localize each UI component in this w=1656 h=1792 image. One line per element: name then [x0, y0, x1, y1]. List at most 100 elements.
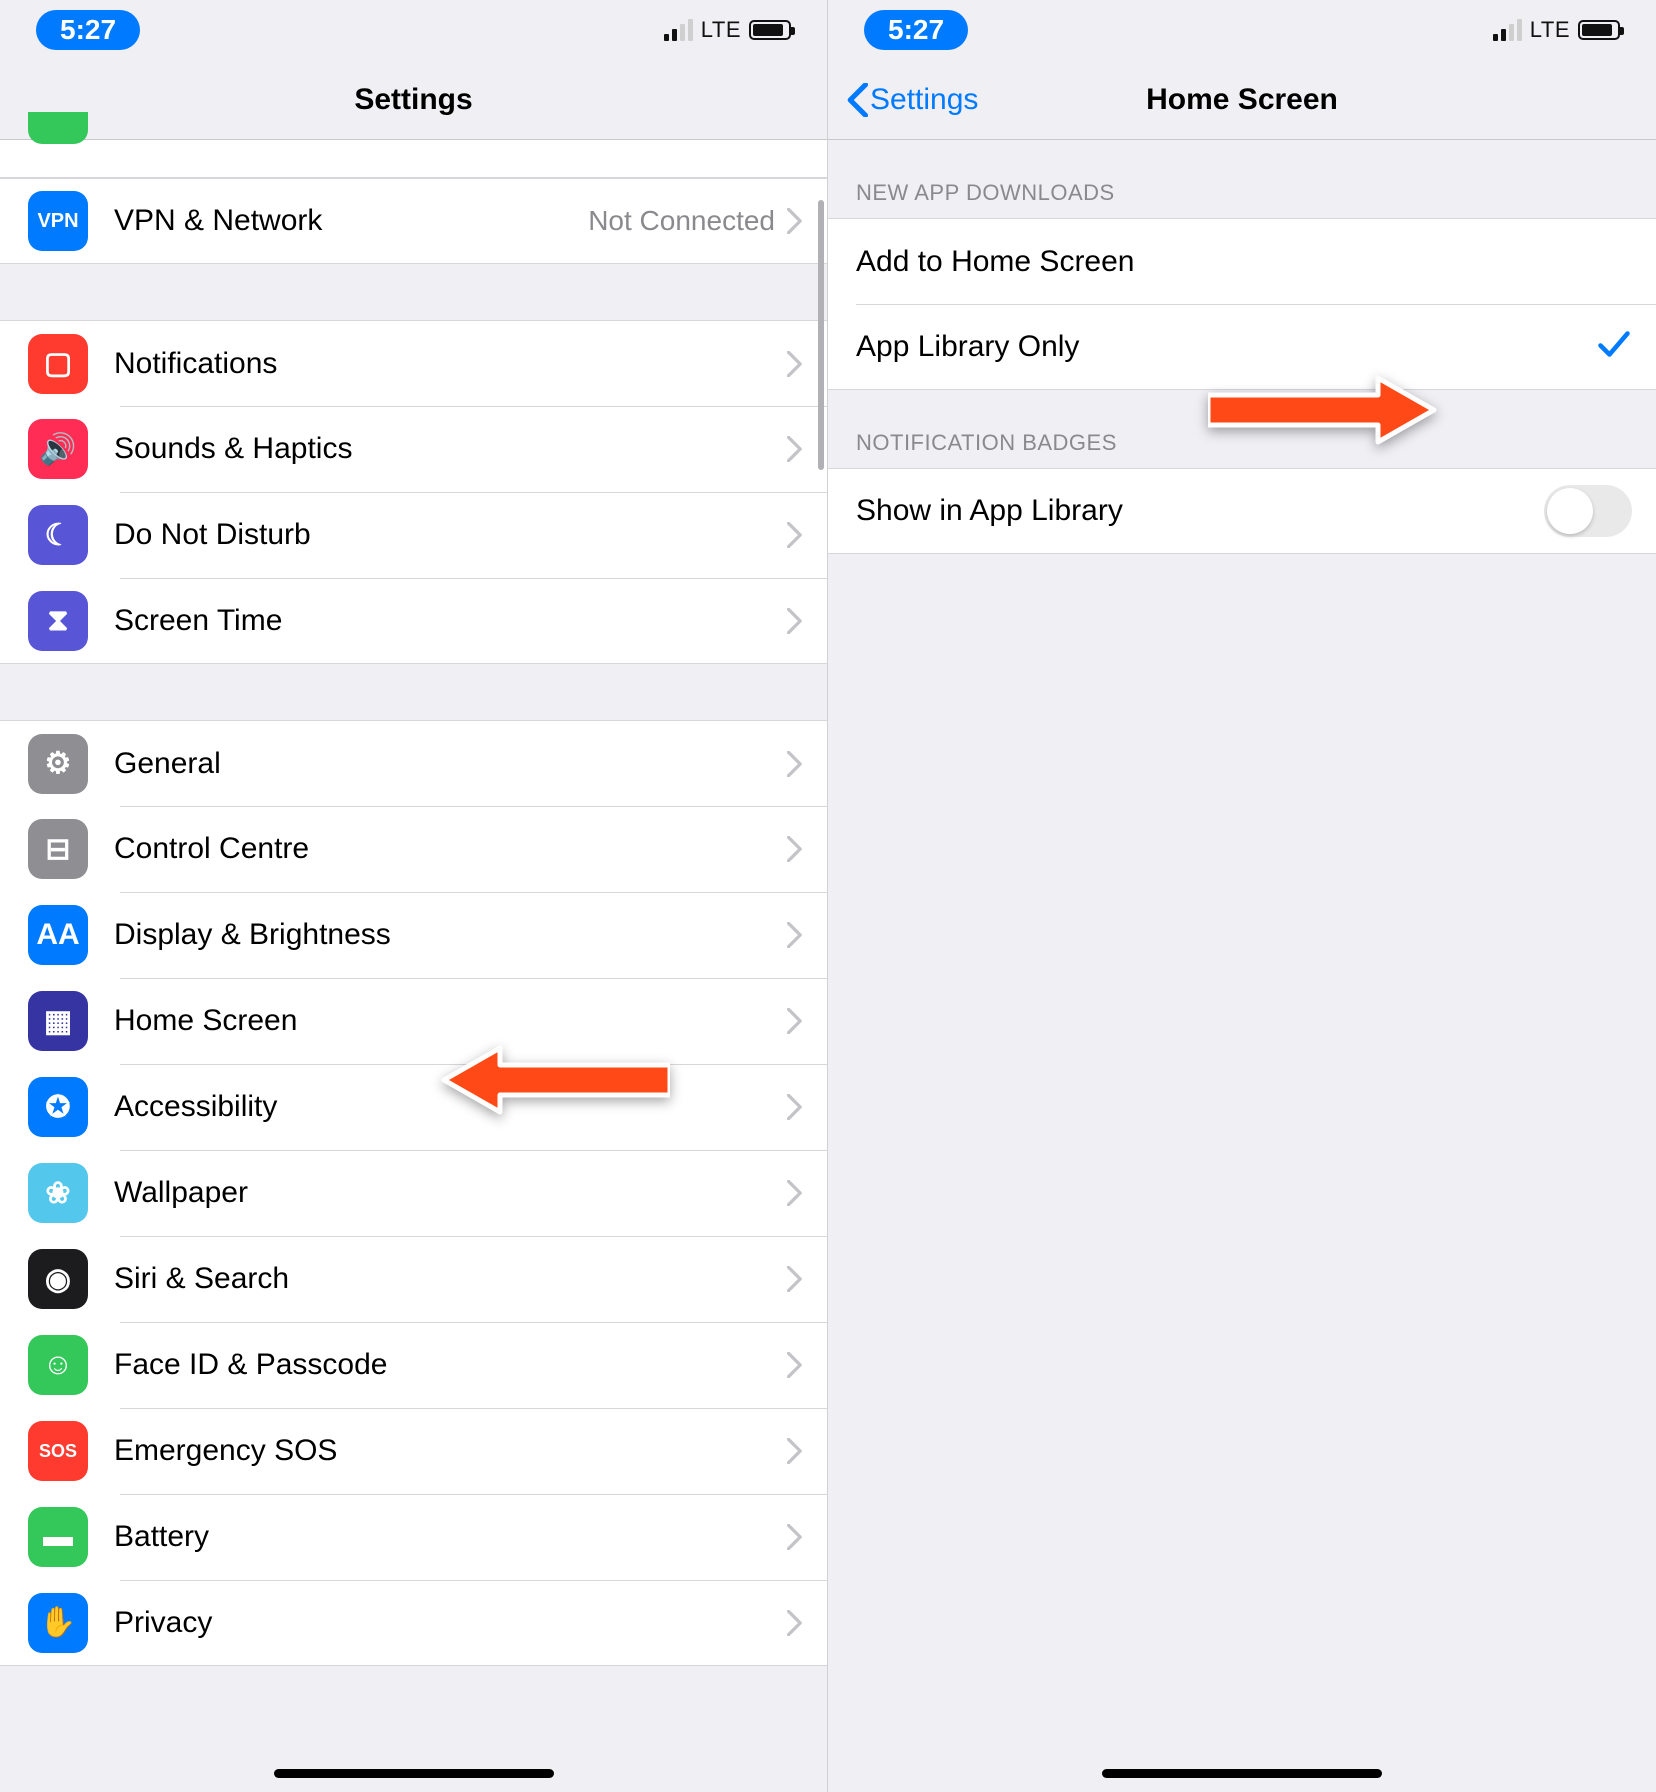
accessibility-icon: ✪ — [28, 1077, 88, 1137]
privacy-icon: ✋ — [28, 1593, 88, 1653]
settings-row-siri-search[interactable]: ◉ Siri & Search — [0, 1236, 827, 1322]
back-label: Settings — [870, 83, 978, 117]
row-label: Face ID & Passcode — [114, 1348, 787, 1382]
settings-row-display-brightness[interactable]: AA Display & Brightness — [0, 892, 827, 978]
status-bar: 5:27 LTE — [828, 0, 1656, 60]
status-time-pill: 5:27 — [864, 10, 968, 50]
chevron-right-icon — [787, 208, 803, 234]
settings-row-vpn[interactable]: VPN VPN & Network Not Connected — [0, 178, 827, 264]
dnd-icon: ☾ — [28, 505, 88, 565]
network-label: LTE — [701, 17, 741, 43]
wallpaper-icon: ❀ — [28, 1163, 88, 1223]
chevron-right-icon — [787, 1524, 803, 1550]
chevron-right-icon — [787, 1352, 803, 1378]
group-general: ⚙ General ⊟ Control Centre AA Display & Brigh… — [0, 720, 827, 1666]
status-bar: 5:27 LTE — [0, 0, 827, 60]
general-icon: ⚙ — [28, 734, 88, 794]
notifications-icon: ▢ — [28, 334, 88, 394]
status-right: LTE — [1493, 17, 1620, 43]
status-time-pill: 5:27 — [36, 10, 140, 50]
chevron-right-icon — [787, 1266, 803, 1292]
settings-screen: 5:27 LTE Settings VPN VPN & Network Not … — [0, 0, 828, 1792]
settings-row-face-id-passcode[interactable]: ☺ Face ID & Passcode — [0, 1322, 827, 1408]
row-label: Show in App Library — [856, 494, 1544, 528]
row-label: Screen Time — [114, 604, 787, 638]
settings-row-sounds-haptics[interactable]: 🔊 Sounds & Haptics — [0, 406, 827, 492]
battery-icon — [1578, 20, 1620, 40]
row-label: App Library Only — [856, 330, 1596, 364]
chevron-right-icon — [787, 922, 803, 948]
settings-row-screen-time[interactable]: ⧗ Screen Time — [0, 578, 827, 664]
home-indicator — [1102, 1769, 1382, 1778]
settings-row-battery[interactable]: ▬ Battery — [0, 1494, 827, 1580]
row-label: Notifications — [114, 347, 787, 381]
settings-row-home-screen[interactable]: ▦Home Screen — [0, 978, 827, 1064]
row-label: Battery — [114, 1520, 787, 1554]
screentime-icon: ⧗ — [28, 591, 88, 651]
cellular-signal-icon — [1493, 19, 1522, 41]
nav-bar: Settings Home Screen — [828, 60, 1656, 140]
settings-row-wallpaper[interactable]: ❀ Wallpaper — [0, 1150, 827, 1236]
group-new-app-downloads: Add to Home Screen App Library Only — [828, 218, 1656, 390]
section-header-downloads: NEW APP DOWNLOADS — [828, 140, 1656, 218]
scroll-indicator — [818, 200, 824, 470]
row-label: Display & Brightness — [114, 918, 787, 952]
chevron-right-icon — [787, 751, 803, 777]
group-notifications: ▢ Notifications 🔊 Sounds & Haptics ☾ Do Not D… — [0, 320, 827, 664]
settings-row-general[interactable]: ⚙ General — [0, 720, 827, 806]
row-label: Privacy — [114, 1606, 787, 1640]
siri-icon: ◉ — [28, 1249, 88, 1309]
option-add-to-home-screen[interactable]: Add to Home Screen — [828, 218, 1656, 304]
page-title: Settings — [354, 83, 472, 117]
row-show-in-app-library[interactable]: Show in App Library — [828, 468, 1656, 554]
chevron-right-icon — [787, 522, 803, 548]
settings-row-accessibility[interactable]: ✪ Accessibility — [0, 1064, 827, 1150]
settings-row-emergency-sos[interactable]: SOS Emergency SOS — [0, 1408, 827, 1494]
group-notification-badges: Show in App Library — [828, 468, 1656, 554]
chevron-right-icon — [787, 1438, 803, 1464]
home-screen-settings: 5:27 LTE Settings Home Screen NEW APP DO… — [828, 0, 1656, 1792]
battery-icon: ▬ — [28, 1507, 88, 1567]
display-icon: AA — [28, 905, 88, 965]
status-right: LTE — [664, 17, 791, 43]
faceid-icon: ☺ — [28, 1335, 88, 1395]
settings-row-do-not-disturb[interactable]: ☾ Do Not Disturb — [0, 492, 827, 578]
control-centre-icon: ⊟ — [28, 819, 88, 879]
chevron-right-icon — [787, 608, 803, 634]
settings-row-partial[interactable] — [0, 140, 827, 178]
group-vpn: VPN VPN & Network Not Connected — [0, 178, 827, 264]
settings-row-control-centre[interactable]: ⊟ Control Centre — [0, 806, 827, 892]
vpn-icon: VPN — [28, 191, 88, 251]
checkmark-icon — [1596, 326, 1632, 367]
row-label: Control Centre — [114, 832, 787, 866]
sos-icon: SOS — [28, 1421, 88, 1481]
row-label: Accessibility — [114, 1090, 787, 1124]
home-indicator — [274, 1769, 554, 1778]
chevron-right-icon — [787, 436, 803, 462]
row-label: VPN & Network — [114, 204, 588, 238]
chevron-right-icon — [787, 1610, 803, 1636]
chevron-right-icon — [787, 351, 803, 377]
row-detail: Not Connected — [588, 205, 775, 237]
chevron-right-icon — [787, 1094, 803, 1120]
row-label: Sounds & Haptics — [114, 432, 787, 466]
partial-icon — [28, 112, 88, 144]
chevron-right-icon — [787, 1008, 803, 1034]
row-label: Emergency SOS — [114, 1434, 787, 1468]
chevron-right-icon — [787, 836, 803, 862]
battery-icon — [749, 20, 791, 40]
row-label: Wallpaper — [114, 1176, 787, 1210]
sounds-icon: 🔊 — [28, 419, 88, 479]
settings-row-privacy[interactable]: ✋ Privacy — [0, 1580, 827, 1666]
network-label: LTE — [1530, 17, 1570, 43]
row-label: Siri & Search — [114, 1262, 787, 1296]
toggle-show-in-app-library[interactable] — [1544, 485, 1632, 537]
settings-row-notifications[interactable]: ▢ Notifications — [0, 320, 827, 406]
row-label: Add to Home Screen — [856, 245, 1632, 279]
row-label: Do Not Disturb — [114, 518, 787, 552]
page-title: Home Screen — [1146, 83, 1338, 117]
row-label: General — [114, 747, 787, 781]
option-app-library-only[interactable]: App Library Only — [828, 304, 1656, 390]
back-button[interactable]: Settings — [846, 83, 978, 117]
home-screen-icon: ▦ — [28, 991, 88, 1051]
